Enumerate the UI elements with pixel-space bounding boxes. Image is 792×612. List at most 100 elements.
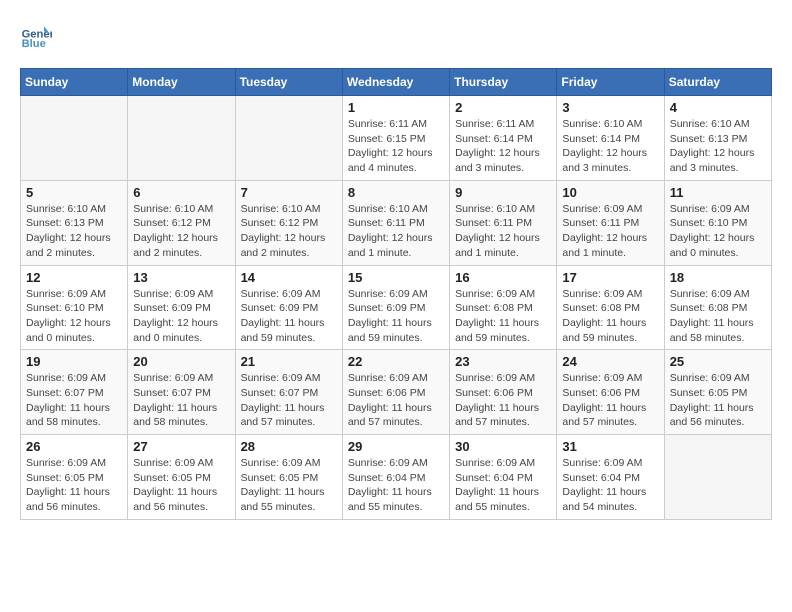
day-info: Sunrise: 6:09 AM Sunset: 6:04 PM Dayligh…: [348, 456, 444, 515]
day-number: 4: [670, 100, 766, 115]
calendar-cell: 29 Sunrise: 6:09 AM Sunset: 6:04 PM Dayli…: [342, 435, 449, 520]
day-number: 5: [26, 185, 122, 200]
day-number: 31: [562, 439, 658, 454]
calendar-cell: 9Sunrise: 6:10 AM Sunset: 6:11 PM Daylig…: [450, 180, 557, 265]
calendar-cell: 31 Sunrise: 6:09 AM Sunset: 6:04 PM Dayli…: [557, 435, 664, 520]
day-info: Sunrise: 6:09 AM Sunset: 6:10 PM Dayligh…: [26, 287, 122, 346]
day-info: Sunrise: 6:09 AM Sunset: 6:11 PM Dayligh…: [562, 202, 658, 261]
weekday-header-friday: Friday: [557, 69, 664, 96]
day-info: Sunrise: 6:11 AM Sunset: 6:15 PM Dayligh…: [348, 117, 444, 176]
weekday-header-saturday: Saturday: [664, 69, 771, 96]
day-number: 16: [455, 270, 551, 285]
day-number: 19: [26, 354, 122, 369]
calendar-table: SundayMondayTuesdayWednesdayThursdayFrid…: [20, 68, 772, 520]
calendar-cell: 15Sunrise: 6:09 AM Sunset: 6:09 PM Dayli…: [342, 265, 449, 350]
calendar-cell: 8 Sunrise: 6:10 AM Sunset: 6:11 PM Daylig…: [342, 180, 449, 265]
logo-icon: General Blue: [20, 20, 52, 52]
calendar-cell: 19 Sunrise: 6:09 AM Sunset: 6:07 PM Dayli…: [21, 350, 128, 435]
calendar-cell: 28 Sunrise: 6:09 AM Sunset: 6:05 PM Dayli…: [235, 435, 342, 520]
weekday-header-thursday: Thursday: [450, 69, 557, 96]
calendar-cell: 20 Sunrise: 6:09 AM Sunset: 6:07 PM Dayli…: [128, 350, 235, 435]
calendar-cell: 17 Sunrise: 6:09 AM Sunset: 6:08 PM Dayli…: [557, 265, 664, 350]
calendar-cell: [664, 435, 771, 520]
day-info: Sunrise: 6:10 AM Sunset: 6:11 PM Dayligh…: [348, 202, 444, 261]
day-info: Sunrise: 6:10 AM Sunset: 6:13 PM Dayligh…: [670, 117, 766, 176]
day-number: 29: [348, 439, 444, 454]
calendar-cell: [235, 96, 342, 181]
calendar-cell: 2Sunrise: 6:11 AM Sunset: 6:14 PM Daylig…: [450, 96, 557, 181]
calendar-cell: 18Sunrise: 6:09 AM Sunset: 6:08 PM Dayli…: [664, 265, 771, 350]
calendar-header-row: SundayMondayTuesdayWednesdayThursdayFrid…: [21, 69, 772, 96]
day-number: 13: [133, 270, 229, 285]
calendar-cell: 24 Sunrise: 6:09 AM Sunset: 6:06 PM Dayli…: [557, 350, 664, 435]
calendar-week-4: 19 Sunrise: 6:09 AM Sunset: 6:07 PM Dayli…: [21, 350, 772, 435]
day-info: Sunrise: 6:10 AM Sunset: 6:12 PM Dayligh…: [241, 202, 337, 261]
day-number: 10: [562, 185, 658, 200]
calendar-cell: 16 Sunrise: 6:09 AM Sunset: 6:08 PM Dayli…: [450, 265, 557, 350]
day-number: 28: [241, 439, 337, 454]
weekday-header-wednesday: Wednesday: [342, 69, 449, 96]
day-info: Sunrise: 6:09 AM Sunset: 6:07 PM Dayligh…: [26, 371, 122, 430]
calendar-week-3: 12 Sunrise: 6:09 AM Sunset: 6:10 PM Dayli…: [21, 265, 772, 350]
day-info: Sunrise: 6:10 AM Sunset: 6:14 PM Dayligh…: [562, 117, 658, 176]
day-info: Sunrise: 6:10 AM Sunset: 6:13 PM Dayligh…: [26, 202, 122, 261]
day-info: Sunrise: 6:09 AM Sunset: 6:04 PM Dayligh…: [562, 456, 658, 515]
day-info: Sunrise: 6:09 AM Sunset: 6:07 PM Dayligh…: [241, 371, 337, 430]
calendar-cell: 21 Sunrise: 6:09 AM Sunset: 6:07 PM Dayli…: [235, 350, 342, 435]
day-number: 1: [348, 100, 444, 115]
day-info: Sunrise: 6:09 AM Sunset: 6:08 PM Dayligh…: [562, 287, 658, 346]
day-info: Sunrise: 6:09 AM Sunset: 6:06 PM Dayligh…: [348, 371, 444, 430]
calendar-week-5: 26 Sunrise: 6:09 AM Sunset: 6:05 PM Dayli…: [21, 435, 772, 520]
day-number: 24: [562, 354, 658, 369]
day-number: 25: [670, 354, 766, 369]
weekday-header-monday: Monday: [128, 69, 235, 96]
svg-text:Blue: Blue: [22, 38, 46, 50]
day-info: Sunrise: 6:10 AM Sunset: 6:12 PM Dayligh…: [133, 202, 229, 261]
day-number: 12: [26, 270, 122, 285]
day-number: 20: [133, 354, 229, 369]
day-info: Sunrise: 6:11 AM Sunset: 6:14 PM Dayligh…: [455, 117, 551, 176]
day-number: 17: [562, 270, 658, 285]
day-info: Sunrise: 6:09 AM Sunset: 6:10 PM Dayligh…: [670, 202, 766, 261]
day-number: 8: [348, 185, 444, 200]
day-number: 30: [455, 439, 551, 454]
day-info: Sunrise: 6:09 AM Sunset: 6:08 PM Dayligh…: [670, 287, 766, 346]
day-number: 14: [241, 270, 337, 285]
day-number: 15: [348, 270, 444, 285]
page-header: General Blue: [20, 20, 772, 52]
day-number: 21: [241, 354, 337, 369]
calendar-week-2: 5 Sunrise: 6:10 AM Sunset: 6:13 PM Daylig…: [21, 180, 772, 265]
day-number: 22: [348, 354, 444, 369]
calendar-cell: 23Sunrise: 6:09 AM Sunset: 6:06 PM Dayli…: [450, 350, 557, 435]
calendar-cell: 5 Sunrise: 6:10 AM Sunset: 6:13 PM Daylig…: [21, 180, 128, 265]
day-info: Sunrise: 6:09 AM Sunset: 6:04 PM Dayligh…: [455, 456, 551, 515]
day-number: 27: [133, 439, 229, 454]
day-info: Sunrise: 6:09 AM Sunset: 6:09 PM Dayligh…: [133, 287, 229, 346]
day-info: Sunrise: 6:09 AM Sunset: 6:08 PM Dayligh…: [455, 287, 551, 346]
calendar-cell: [21, 96, 128, 181]
weekday-header-sunday: Sunday: [21, 69, 128, 96]
day-info: Sunrise: 6:09 AM Sunset: 6:06 PM Dayligh…: [562, 371, 658, 430]
day-info: Sunrise: 6:09 AM Sunset: 6:05 PM Dayligh…: [670, 371, 766, 430]
calendar-cell: 27 Sunrise: 6:09 AM Sunset: 6:05 PM Dayli…: [128, 435, 235, 520]
calendar-cell: 3 Sunrise: 6:10 AM Sunset: 6:14 PM Daylig…: [557, 96, 664, 181]
calendar-cell: 26 Sunrise: 6:09 AM Sunset: 6:05 PM Dayli…: [21, 435, 128, 520]
calendar-cell: 7 Sunrise: 6:10 AM Sunset: 6:12 PM Daylig…: [235, 180, 342, 265]
day-info: Sunrise: 6:09 AM Sunset: 6:05 PM Dayligh…: [26, 456, 122, 515]
day-info: Sunrise: 6:09 AM Sunset: 6:05 PM Dayligh…: [241, 456, 337, 515]
day-number: 7: [241, 185, 337, 200]
day-info: Sunrise: 6:09 AM Sunset: 6:07 PM Dayligh…: [133, 371, 229, 430]
calendar-cell: 14 Sunrise: 6:09 AM Sunset: 6:09 PM Dayli…: [235, 265, 342, 350]
weekday-header-tuesday: Tuesday: [235, 69, 342, 96]
calendar-cell: 6 Sunrise: 6:10 AM Sunset: 6:12 PM Daylig…: [128, 180, 235, 265]
calendar-cell: 12 Sunrise: 6:09 AM Sunset: 6:10 PM Dayli…: [21, 265, 128, 350]
calendar-cell: 25 Sunrise: 6:09 AM Sunset: 6:05 PM Dayli…: [664, 350, 771, 435]
logo: General Blue: [20, 20, 56, 52]
day-number: 26: [26, 439, 122, 454]
day-number: 3: [562, 100, 658, 115]
day-number: 6: [133, 185, 229, 200]
calendar-cell: 11Sunrise: 6:09 AM Sunset: 6:10 PM Dayli…: [664, 180, 771, 265]
day-info: Sunrise: 6:09 AM Sunset: 6:09 PM Dayligh…: [241, 287, 337, 346]
day-info: Sunrise: 6:09 AM Sunset: 6:05 PM Dayligh…: [133, 456, 229, 515]
calendar-cell: [128, 96, 235, 181]
